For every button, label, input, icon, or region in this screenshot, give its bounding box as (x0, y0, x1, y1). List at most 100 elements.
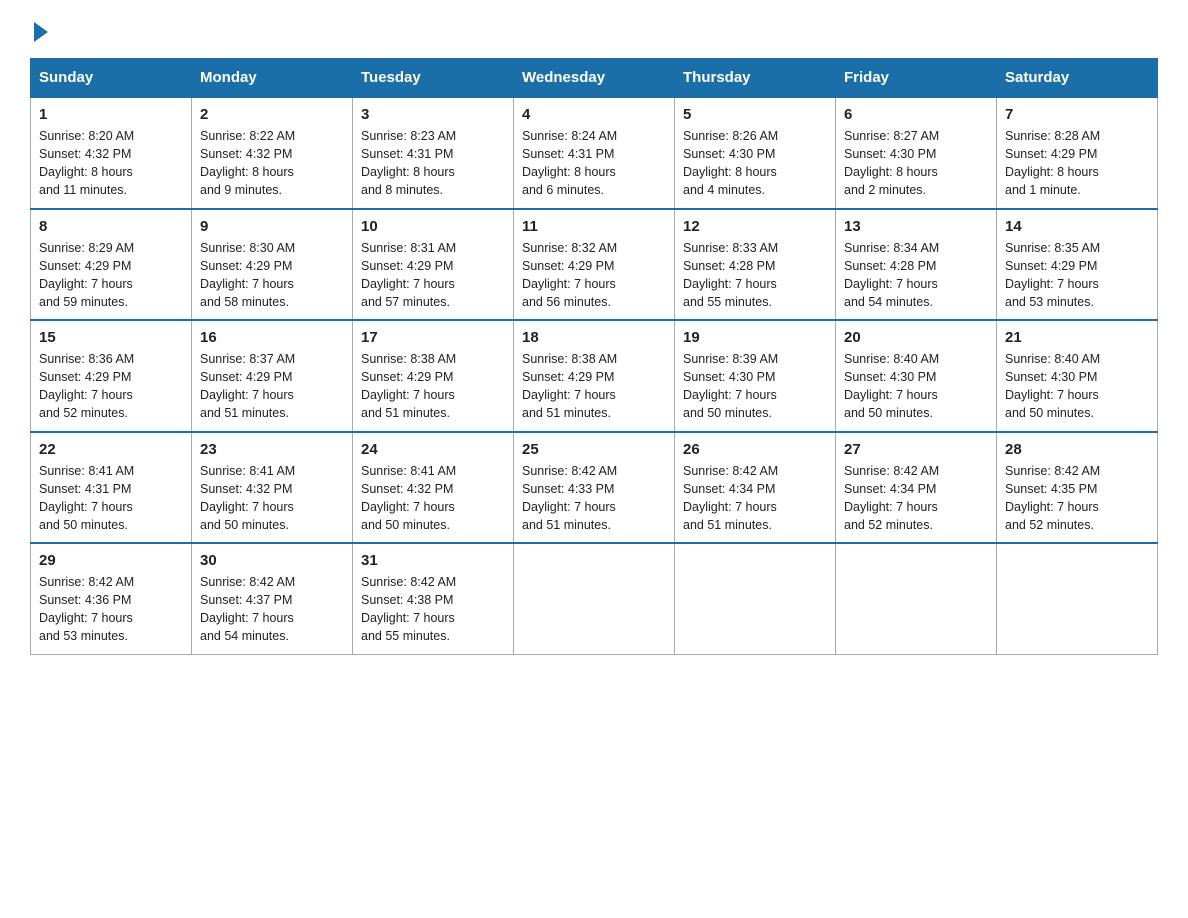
day-number: 30 (200, 552, 344, 569)
calendar-cell: 28 Sunrise: 8:42 AMSunset: 4:35 PMDaylig… (997, 432, 1158, 544)
calendar-week-row: 1 Sunrise: 8:20 AMSunset: 4:32 PMDayligh… (31, 97, 1158, 209)
day-number: 27 (844, 441, 988, 458)
day-info: Sunrise: 8:41 AMSunset: 4:32 PMDaylight:… (361, 464, 456, 532)
calendar-cell: 2 Sunrise: 8:22 AMSunset: 4:32 PMDayligh… (192, 97, 353, 209)
day-info: Sunrise: 8:22 AMSunset: 4:32 PMDaylight:… (200, 129, 295, 197)
day-info: Sunrise: 8:42 AMSunset: 4:35 PMDaylight:… (1005, 464, 1100, 532)
day-number: 16 (200, 329, 344, 346)
calendar-cell: 8 Sunrise: 8:29 AMSunset: 4:29 PMDayligh… (31, 209, 192, 321)
day-info: Sunrise: 8:40 AMSunset: 4:30 PMDaylight:… (844, 352, 939, 420)
day-info: Sunrise: 8:42 AMSunset: 4:37 PMDaylight:… (200, 575, 295, 643)
col-header-tuesday: Tuesday (353, 59, 514, 98)
day-number: 19 (683, 329, 827, 346)
calendar-cell: 6 Sunrise: 8:27 AMSunset: 4:30 PMDayligh… (836, 97, 997, 209)
day-info: Sunrise: 8:37 AMSunset: 4:29 PMDaylight:… (200, 352, 295, 420)
day-number: 7 (1005, 106, 1149, 123)
col-header-wednesday: Wednesday (514, 59, 675, 98)
day-number: 11 (522, 218, 666, 235)
day-info: Sunrise: 8:42 AMSunset: 4:38 PMDaylight:… (361, 575, 456, 643)
day-number: 14 (1005, 218, 1149, 235)
day-info: Sunrise: 8:27 AMSunset: 4:30 PMDaylight:… (844, 129, 939, 197)
day-info: Sunrise: 8:33 AMSunset: 4:28 PMDaylight:… (683, 241, 778, 309)
calendar-cell: 16 Sunrise: 8:37 AMSunset: 4:29 PMDaylig… (192, 320, 353, 432)
day-info: Sunrise: 8:42 AMSunset: 4:33 PMDaylight:… (522, 464, 617, 532)
day-number: 4 (522, 106, 666, 123)
calendar-cell: 13 Sunrise: 8:34 AMSunset: 4:28 PMDaylig… (836, 209, 997, 321)
day-number: 5 (683, 106, 827, 123)
calendar-cell: 26 Sunrise: 8:42 AMSunset: 4:34 PMDaylig… (675, 432, 836, 544)
calendar-week-row: 29 Sunrise: 8:42 AMSunset: 4:36 PMDaylig… (31, 543, 1158, 654)
day-number: 29 (39, 552, 183, 569)
calendar-week-row: 15 Sunrise: 8:36 AMSunset: 4:29 PMDaylig… (31, 320, 1158, 432)
day-info: Sunrise: 8:35 AMSunset: 4:29 PMDaylight:… (1005, 241, 1100, 309)
day-info: Sunrise: 8:24 AMSunset: 4:31 PMDaylight:… (522, 129, 617, 197)
day-number: 3 (361, 106, 505, 123)
day-info: Sunrise: 8:32 AMSunset: 4:29 PMDaylight:… (522, 241, 617, 309)
calendar-cell: 5 Sunrise: 8:26 AMSunset: 4:30 PMDayligh… (675, 97, 836, 209)
logo (30, 20, 48, 38)
calendar-cell: 29 Sunrise: 8:42 AMSunset: 4:36 PMDaylig… (31, 543, 192, 654)
day-number: 12 (683, 218, 827, 235)
day-number: 17 (361, 329, 505, 346)
day-info: Sunrise: 8:34 AMSunset: 4:28 PMDaylight:… (844, 241, 939, 309)
calendar-cell: 11 Sunrise: 8:32 AMSunset: 4:29 PMDaylig… (514, 209, 675, 321)
calendar-cell: 25 Sunrise: 8:42 AMSunset: 4:33 PMDaylig… (514, 432, 675, 544)
col-header-monday: Monday (192, 59, 353, 98)
calendar-cell: 14 Sunrise: 8:35 AMSunset: 4:29 PMDaylig… (997, 209, 1158, 321)
day-info: Sunrise: 8:29 AMSunset: 4:29 PMDaylight:… (39, 241, 134, 309)
day-info: Sunrise: 8:42 AMSunset: 4:34 PMDaylight:… (844, 464, 939, 532)
day-number: 10 (361, 218, 505, 235)
col-header-saturday: Saturday (997, 59, 1158, 98)
day-number: 24 (361, 441, 505, 458)
day-number: 23 (200, 441, 344, 458)
calendar-cell: 3 Sunrise: 8:23 AMSunset: 4:31 PMDayligh… (353, 97, 514, 209)
day-number: 28 (1005, 441, 1149, 458)
calendar-cell (514, 543, 675, 654)
day-number: 26 (683, 441, 827, 458)
calendar-cell: 27 Sunrise: 8:42 AMSunset: 4:34 PMDaylig… (836, 432, 997, 544)
day-info: Sunrise: 8:36 AMSunset: 4:29 PMDaylight:… (39, 352, 134, 420)
day-info: Sunrise: 8:23 AMSunset: 4:31 PMDaylight:… (361, 129, 456, 197)
page-header (30, 20, 1158, 38)
calendar-cell: 31 Sunrise: 8:42 AMSunset: 4:38 PMDaylig… (353, 543, 514, 654)
col-header-thursday: Thursday (675, 59, 836, 98)
col-header-friday: Friday (836, 59, 997, 98)
calendar-header-row: SundayMondayTuesdayWednesdayThursdayFrid… (31, 59, 1158, 98)
calendar-table: SundayMondayTuesdayWednesdayThursdayFrid… (30, 58, 1158, 655)
calendar-cell: 24 Sunrise: 8:41 AMSunset: 4:32 PMDaylig… (353, 432, 514, 544)
day-number: 20 (844, 329, 988, 346)
calendar-cell: 22 Sunrise: 8:41 AMSunset: 4:31 PMDaylig… (31, 432, 192, 544)
calendar-cell: 15 Sunrise: 8:36 AMSunset: 4:29 PMDaylig… (31, 320, 192, 432)
day-number: 1 (39, 106, 183, 123)
calendar-cell (997, 543, 1158, 654)
day-info: Sunrise: 8:42 AMSunset: 4:34 PMDaylight:… (683, 464, 778, 532)
calendar-cell (836, 543, 997, 654)
day-info: Sunrise: 8:31 AMSunset: 4:29 PMDaylight:… (361, 241, 456, 309)
day-info: Sunrise: 8:30 AMSunset: 4:29 PMDaylight:… (200, 241, 295, 309)
day-info: Sunrise: 8:38 AMSunset: 4:29 PMDaylight:… (522, 352, 617, 420)
day-number: 25 (522, 441, 666, 458)
day-info: Sunrise: 8:20 AMSunset: 4:32 PMDaylight:… (39, 129, 134, 197)
day-number: 9 (200, 218, 344, 235)
day-info: Sunrise: 8:41 AMSunset: 4:32 PMDaylight:… (200, 464, 295, 532)
calendar-cell: 1 Sunrise: 8:20 AMSunset: 4:32 PMDayligh… (31, 97, 192, 209)
calendar-week-row: 8 Sunrise: 8:29 AMSunset: 4:29 PMDayligh… (31, 209, 1158, 321)
day-number: 21 (1005, 329, 1149, 346)
day-info: Sunrise: 8:41 AMSunset: 4:31 PMDaylight:… (39, 464, 134, 532)
calendar-cell: 21 Sunrise: 8:40 AMSunset: 4:30 PMDaylig… (997, 320, 1158, 432)
calendar-cell: 20 Sunrise: 8:40 AMSunset: 4:30 PMDaylig… (836, 320, 997, 432)
calendar-cell: 12 Sunrise: 8:33 AMSunset: 4:28 PMDaylig… (675, 209, 836, 321)
calendar-cell: 19 Sunrise: 8:39 AMSunset: 4:30 PMDaylig… (675, 320, 836, 432)
calendar-cell: 30 Sunrise: 8:42 AMSunset: 4:37 PMDaylig… (192, 543, 353, 654)
day-number: 31 (361, 552, 505, 569)
day-number: 8 (39, 218, 183, 235)
day-info: Sunrise: 8:42 AMSunset: 4:36 PMDaylight:… (39, 575, 134, 643)
calendar-cell: 4 Sunrise: 8:24 AMSunset: 4:31 PMDayligh… (514, 97, 675, 209)
day-info: Sunrise: 8:39 AMSunset: 4:30 PMDaylight:… (683, 352, 778, 420)
calendar-cell: 9 Sunrise: 8:30 AMSunset: 4:29 PMDayligh… (192, 209, 353, 321)
calendar-week-row: 22 Sunrise: 8:41 AMSunset: 4:31 PMDaylig… (31, 432, 1158, 544)
day-number: 2 (200, 106, 344, 123)
day-number: 13 (844, 218, 988, 235)
calendar-cell (675, 543, 836, 654)
calendar-cell: 10 Sunrise: 8:31 AMSunset: 4:29 PMDaylig… (353, 209, 514, 321)
